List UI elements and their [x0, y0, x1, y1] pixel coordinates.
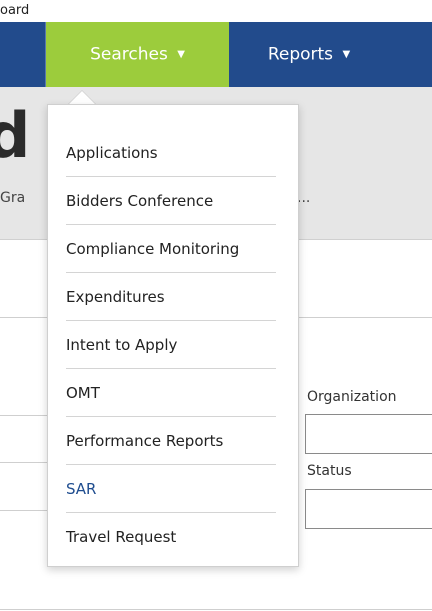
page-subtitle-ellipsis: ... — [297, 190, 311, 206]
page-title: d — [0, 99, 31, 172]
menu-item-omt[interactable]: OMT — [66, 369, 276, 417]
organization-field[interactable] — [305, 414, 432, 454]
menu-item-intent-to-apply[interactable]: Intent to Apply — [66, 321, 276, 369]
menu-item-bidders-conference[interactable]: Bidders Conference — [66, 177, 276, 225]
menu-item-applications[interactable]: Applications — [66, 129, 276, 177]
page-subtitle: Gra — [0, 190, 26, 206]
menu-item-compliance-monitoring[interactable]: Compliance Monitoring — [66, 225, 276, 273]
nav-searches-label: Searches — [90, 44, 168, 65]
top-breadcrumb: oard — [0, 3, 30, 18]
nav-reports[interactable]: Reports ▼ — [229, 22, 389, 87]
status-field[interactable] — [305, 489, 432, 529]
nav-searches[interactable]: Searches ▼ — [46, 22, 229, 87]
navbar-left-item[interactable] — [0, 22, 46, 87]
dropdown-caret — [68, 91, 96, 105]
searches-dropdown-menu: Applications Bidders Conference Complian… — [47, 104, 299, 567]
divider — [0, 609, 432, 610]
chevron-down-icon: ▼ — [177, 49, 185, 60]
status-label: Status — [307, 463, 352, 479]
menu-item-sar[interactable]: SAR — [66, 465, 276, 513]
menu-item-expenditures[interactable]: Expenditures — [66, 273, 276, 321]
nav-reports-label: Reports — [267, 44, 334, 65]
menu-item-travel-request[interactable]: Travel Request — [66, 513, 276, 561]
menu-item-performance-reports[interactable]: Performance Reports — [66, 417, 276, 465]
chevron-down-icon: ▼ — [342, 49, 351, 60]
organization-label: Organization — [307, 389, 397, 405]
